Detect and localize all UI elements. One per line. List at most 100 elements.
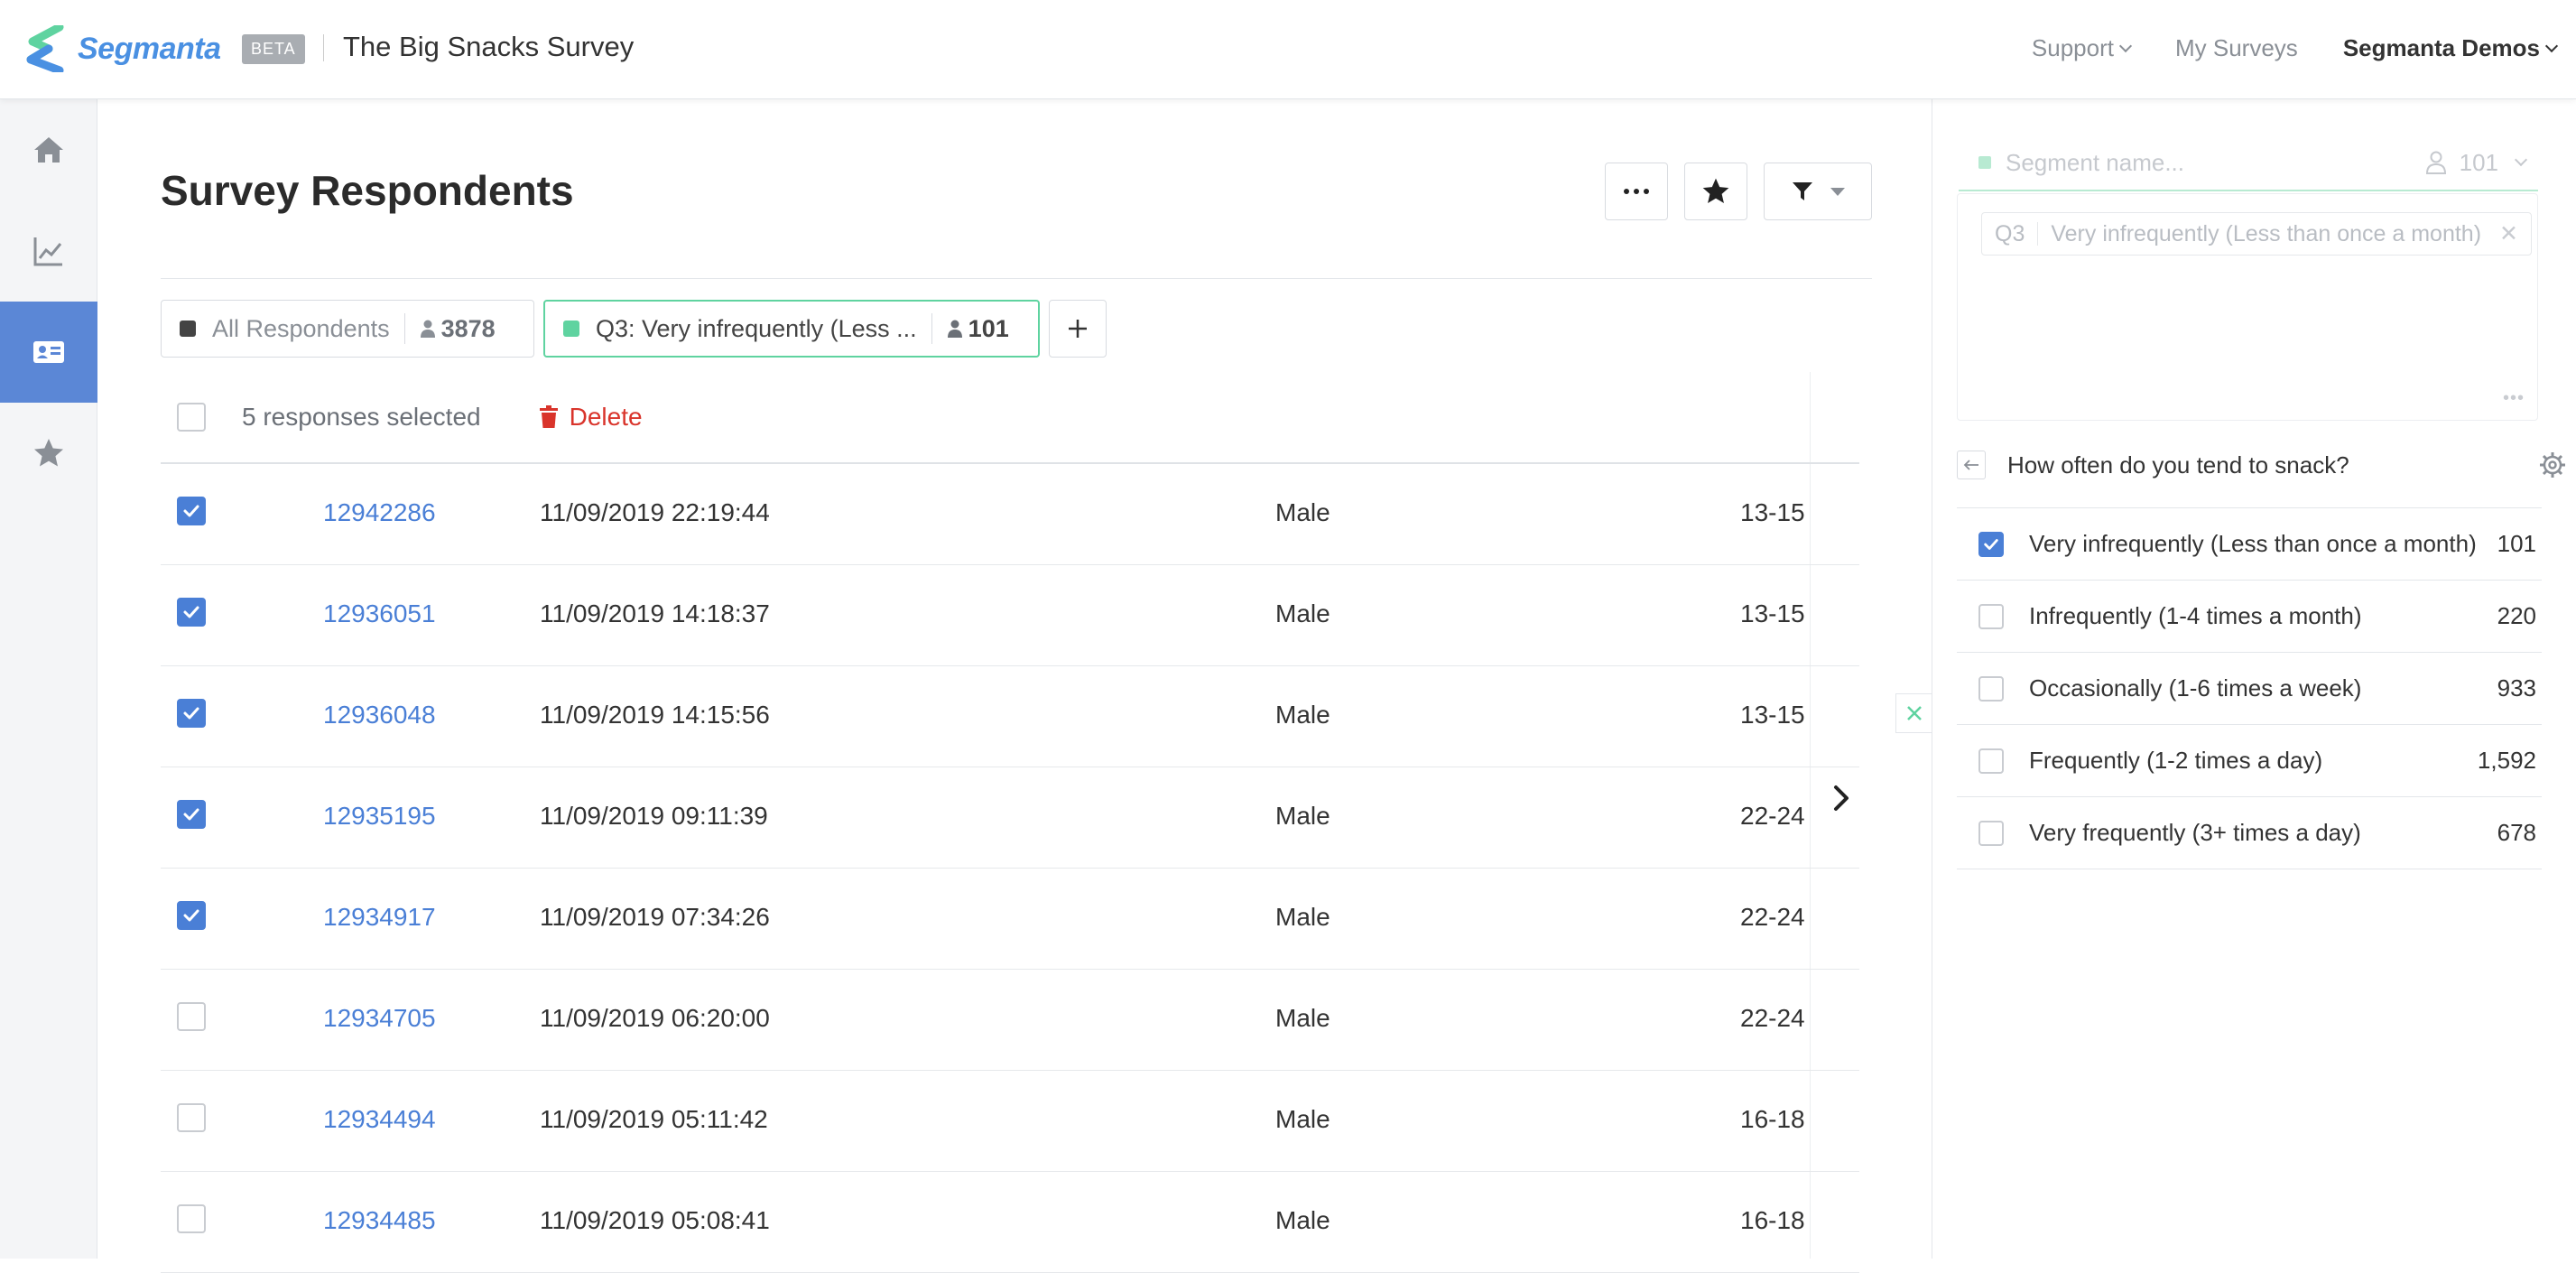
response-date: 11/09/2019 14:18:37	[540, 599, 770, 627]
segment-tab-q3[interactable]: Q3: Very infrequently (Less ... 101	[543, 300, 1040, 358]
response-date: 11/09/2019 05:11:42	[540, 1105, 768, 1133]
age-cell: 16-18	[1740, 1105, 1805, 1133]
account-menu[interactable]: Segmanta Demos	[2343, 34, 2559, 62]
table-row[interactable]: 12935195 11/09/2019 09:11:39 Male 22-24	[161, 767, 1859, 869]
answer-option[interactable]: Occasionally (1-6 times a week) 933	[1957, 653, 2542, 725]
close-icon	[1906, 706, 1922, 720]
row-checkbox[interactable]	[177, 1204, 206, 1233]
option-checkbox[interactable]	[1978, 675, 2004, 702]
row-checkbox[interactable]	[177, 800, 206, 829]
option-checkbox[interactable]	[1978, 603, 2004, 629]
star-icon	[1702, 178, 1729, 203]
my-surveys-link[interactable]: My Surveys	[2175, 34, 2298, 62]
segment-label: Q3: Very infrequently (Less ...	[596, 314, 917, 342]
gender-cell: Male	[1275, 701, 1330, 729]
table-row[interactable]: 12934917 11/09/2019 07:34:26 Male 22-24	[161, 869, 1859, 970]
row-checkbox[interactable]	[177, 699, 206, 728]
option-checkbox[interactable]	[1978, 748, 2004, 774]
age-cell: 16-18	[1740, 1206, 1805, 1234]
selection-bar: 5 responses selected Delete	[161, 372, 1812, 462]
sidebar-item-favorites[interactable]	[0, 403, 97, 504]
top-nav: Support My Surveys Segmanta Demos	[1987, 34, 2559, 62]
home-icon	[34, 137, 63, 163]
sidebar-item-analytics[interactable]	[0, 200, 97, 302]
respondent-id-link[interactable]: 12936048	[323, 701, 436, 729]
person-outline-icon	[2425, 151, 2446, 174]
response-date: 11/09/2019 06:20:00	[540, 1004, 770, 1032]
segment-count-value: 3878	[440, 314, 496, 342]
segment-count: 3878	[420, 315, 496, 343]
checkmark-icon	[183, 808, 199, 821]
option-label: Very infrequently (Less than once a mont…	[2029, 530, 2477, 557]
table-row[interactable]: 12934494 11/09/2019 05:11:42 Male 16-18	[161, 1071, 1859, 1172]
segment-tab-all-respondents[interactable]: All Respondents 3878	[161, 300, 534, 358]
option-count: 101	[2497, 530, 2536, 557]
close-panel-button[interactable]	[1895, 693, 1932, 733]
chevron-down-icon	[2544, 39, 2559, 52]
add-segment-button[interactable]	[1049, 300, 1107, 358]
support-menu[interactable]: Support	[2032, 34, 2133, 62]
sidebar-item-home[interactable]	[0, 99, 97, 200]
gear-icon[interactable]	[2538, 451, 2567, 479]
response-date: 11/09/2019 05:08:41	[540, 1206, 770, 1234]
favorite-button[interactable]	[1684, 163, 1747, 220]
person-icon	[947, 320, 962, 338]
resize-handle-icon: •••	[2502, 388, 2525, 408]
filter-chip[interactable]: Q3 Very infrequently (Less than once a m…	[1981, 212, 2532, 256]
chevron-right-icon[interactable]	[1829, 782, 1854, 814]
gender-cell: Male	[1275, 903, 1330, 931]
chevron-down-icon	[2514, 153, 2528, 167]
answer-option[interactable]: Very infrequently (Less than once a mont…	[1957, 508, 2542, 581]
respondent-id-link[interactable]: 12934705	[323, 1004, 436, 1033]
row-checkbox[interactable]	[177, 497, 206, 525]
table-row[interactable]: 12936051 11/09/2019 14:18:37 Male 13-15	[161, 565, 1859, 666]
option-checkbox[interactable]	[1978, 820, 2004, 846]
row-checkbox[interactable]	[177, 1103, 206, 1132]
respondent-id-link[interactable]: 12936051	[323, 599, 436, 628]
respondent-id-link[interactable]: 12934917	[323, 903, 436, 932]
filter-question-id: Q3	[1995, 220, 2025, 246]
option-count: 933	[2497, 674, 2536, 702]
respondents-table: 12942286 11/09/2019 22:19:44 Male 13-15 1293…	[161, 464, 1859, 1273]
respondent-id-link[interactable]: 12935195	[323, 802, 436, 831]
age-cell: 22-24	[1740, 802, 1805, 830]
plus-icon	[1069, 320, 1087, 338]
segment-color-dot	[180, 321, 196, 337]
segment-name-input[interactable]: Segment name... 101	[1959, 135, 2538, 191]
delete-label: Delete	[569, 403, 643, 431]
answer-option[interactable]: Infrequently (1-4 times a month) 220	[1957, 581, 2542, 653]
select-all-checkbox[interactable]	[177, 403, 206, 432]
filter-button[interactable]	[1764, 163, 1872, 220]
remove-filter-icon[interactable]: ✕	[2499, 220, 2518, 247]
filter-answer-text: Very infrequently (Less than once a mont…	[2051, 220, 2482, 246]
more-options-button[interactable]	[1605, 163, 1668, 220]
left-sidebar	[0, 99, 97, 1259]
option-checkbox[interactable]	[1978, 531, 2004, 557]
header-divider	[161, 278, 1872, 279]
option-count: 220	[2497, 602, 2536, 629]
respondent-id-link[interactable]: 12934485	[323, 1206, 436, 1235]
delete-button[interactable]: Delete	[539, 403, 643, 432]
table-row[interactable]: 12936048 11/09/2019 14:15:56 Male 13-15	[161, 666, 1859, 767]
row-checkbox[interactable]	[177, 598, 206, 627]
respondent-id-link[interactable]: 12942286	[323, 498, 436, 527]
segment-filter-box: Q3 Very infrequently (Less than once a m…	[1957, 193, 2538, 421]
table-row[interactable]: 12934485 11/09/2019 05:08:41 Male 16-18	[161, 1172, 1859, 1273]
page-title: Survey Respondents	[161, 167, 574, 214]
answer-option[interactable]: Very frequently (3+ times a day) 678	[1957, 797, 2542, 869]
gender-cell: Male	[1275, 1206, 1330, 1234]
table-row[interactable]: 12934705 11/09/2019 06:20:00 Male 22-24	[161, 970, 1859, 1071]
segment-name-placeholder: Segment name...	[2006, 148, 2184, 176]
table-row[interactable]: 12942286 11/09/2019 22:19:44 Male 13-15	[161, 464, 1859, 565]
age-cell: 13-15	[1740, 599, 1805, 627]
question-header: How often do you tend to snack?	[1957, 446, 2571, 484]
row-checkbox[interactable]	[177, 901, 206, 930]
answer-option[interactable]: Frequently (1-2 times a day) 1,592	[1957, 725, 2542, 797]
response-date: 11/09/2019 07:34:26	[540, 903, 770, 931]
respondent-id-link[interactable]: 12934494	[323, 1105, 436, 1134]
back-button[interactable]	[1957, 451, 1986, 479]
sidebar-item-respondents[interactable]	[0, 302, 97, 403]
row-checkbox[interactable]	[177, 1002, 206, 1031]
logo[interactable]: Segmanta	[23, 25, 221, 72]
chart-icon	[33, 237, 62, 266]
